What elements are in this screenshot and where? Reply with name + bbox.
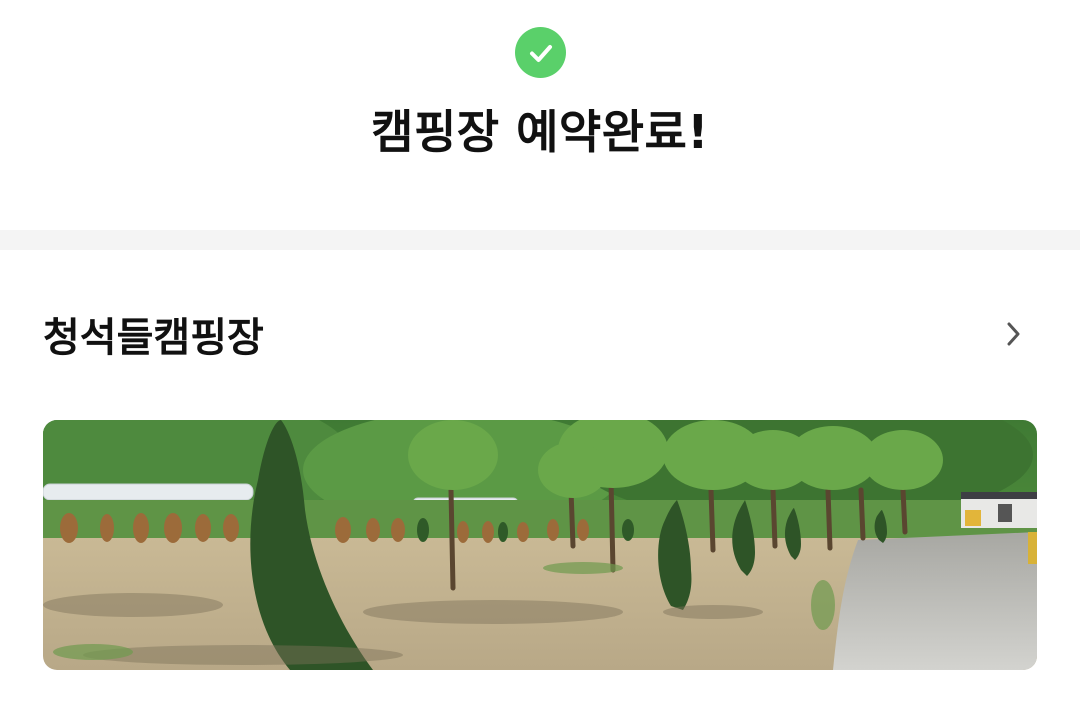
section-divider (0, 230, 1080, 250)
reservation-complete-page: 캠핑장 예약완료! 청석들캠핑장 (0, 0, 1080, 712)
check-circle-icon (515, 27, 566, 78)
campsite-link[interactable]: 청석들캠핑장 (0, 295, 1080, 375)
campsite-name: 청석들캠핑장 (43, 315, 264, 361)
chevron-right-icon[interactable] (996, 317, 1030, 351)
completion-header: 캠핑장 예약완료! (0, 0, 1080, 230)
page-title: 캠핑장 예약완료! (371, 105, 709, 159)
campsite-photo (43, 420, 1037, 670)
